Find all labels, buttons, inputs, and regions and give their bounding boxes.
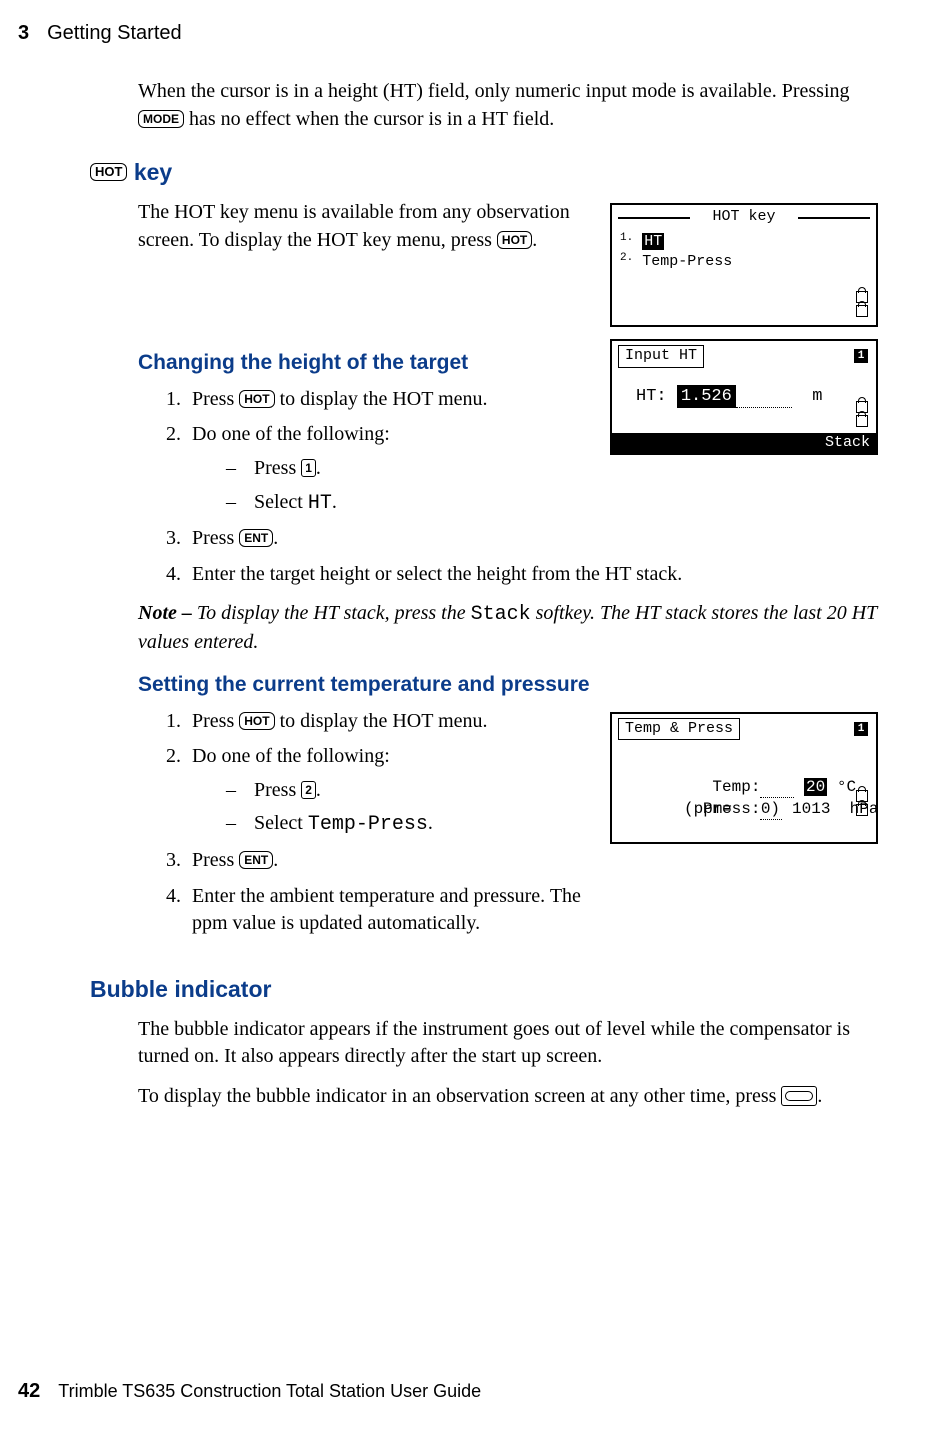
screenshot-input-ht: Input HT 1 HT: 1.526 m Stack	[610, 339, 878, 455]
lcd-unit: m	[812, 387, 822, 406]
note-ht-stack: Note – To display the HT stack, press th…	[138, 600, 878, 656]
lcd-text: Stack	[471, 603, 531, 626]
list-marker: 1.	[620, 232, 633, 244]
screenshot-hot-key-menu: HOT key 1. HT 2. Temp-Press	[610, 203, 878, 327]
keycap-hot: HOT	[239, 390, 274, 408]
lcd-tab: Temp & Press	[618, 718, 740, 741]
text-run: Press	[254, 779, 301, 801]
chapter-number: 3	[18, 22, 29, 45]
keycap-hot: HOT	[90, 163, 127, 181]
note-label: Note –	[138, 602, 197, 624]
lcd-text: HT	[308, 492, 332, 515]
text-run: .	[273, 527, 278, 549]
text-run: to display the HOT menu.	[275, 710, 488, 732]
text-run: To display the bubble indicator in an ob…	[138, 1085, 781, 1107]
text-run: .	[532, 229, 537, 251]
text-run: Do one of the following:	[192, 745, 390, 767]
step: Press ENT.	[186, 847, 878, 875]
keycap-hot: HOT	[497, 231, 532, 249]
lcd-title: HOT key	[706, 207, 781, 228]
book-title: Trimble TS635 Construction Total Station…	[58, 1381, 481, 1402]
subsection-temp-press: Setting the current temperature and pres…	[138, 671, 878, 700]
text-run: .	[817, 1085, 822, 1107]
text-run: Press	[254, 457, 301, 479]
text-run: Select	[254, 812, 308, 834]
screenshot-temp-press: Temp & Press 1 Temp: 20 °C Press: 1013 h…	[610, 712, 878, 844]
page-header: 3 Getting Started	[18, 22, 900, 45]
lcd-tab: Input HT	[618, 345, 704, 368]
step: Press ENT.	[186, 525, 878, 553]
chapter-title: Getting Started	[47, 22, 182, 45]
lcd-label: HT:	[636, 387, 667, 406]
page-footer: 42 Trimble TS635 Construction Total Stat…	[18, 1380, 900, 1403]
keycap-mode: MODE	[138, 110, 184, 128]
bubble-paragraph-2: To display the bubble indicator in an ob…	[138, 1083, 878, 1111]
lcd-value: 1013	[792, 800, 830, 818]
text-run: Press	[192, 849, 239, 871]
bubble-key-icon	[781, 1086, 817, 1106]
lcd-selected-item: HT	[642, 233, 664, 250]
lcd-softkey: Stack	[612, 433, 876, 453]
lcd-ppm: (ppm= 0)	[684, 798, 780, 820]
step: Enter the ambient temperature and pressu…	[186, 883, 592, 938]
lock-icons	[856, 291, 870, 319]
keycap-ent: ENT	[239, 851, 273, 869]
text-run: Select	[254, 491, 308, 513]
text-run: Do one of the following:	[192, 423, 390, 445]
heading-text: key	[127, 159, 172, 185]
text-run: .	[332, 491, 337, 513]
page-number: 42	[18, 1380, 40, 1403]
text-run: To display the HT stack, press the	[197, 602, 471, 624]
section-bubble-indicator: Bubble indicator	[90, 974, 878, 1006]
keycap-hot: HOT	[239, 712, 274, 730]
text-run: Press	[192, 527, 239, 549]
bubble-paragraph-1: The bubble indicator appears if the inst…	[138, 1016, 878, 1071]
lcd-item: Temp-Press	[642, 253, 732, 270]
keycap-ent: ENT	[239, 529, 273, 547]
hot-key-paragraph: The HOT key menu is available from any o…	[138, 199, 578, 254]
intro-paragraph: When the cursor is in a height (HT) fiel…	[138, 78, 878, 133]
text-run: .	[316, 457, 321, 479]
text-run: .	[273, 849, 278, 871]
keycap-2: 2	[301, 781, 316, 799]
text-run: Press	[192, 710, 239, 732]
lcd-text: Temp-Press	[308, 813, 428, 836]
text-run: .	[428, 812, 433, 834]
text-run: has no effect when the cursor is in a HT…	[184, 108, 554, 130]
lock-icons	[856, 401, 870, 429]
lcd-value: 1.526	[677, 385, 736, 408]
step: Enter the target height or select the he…	[186, 561, 878, 589]
text-run: Press	[192, 388, 239, 410]
num-mode-icon: 1	[854, 722, 868, 736]
text-run: .	[316, 779, 321, 801]
section-hot-key: HOT key	[90, 157, 878, 189]
text-run: When the cursor is in a height (HT) fiel…	[138, 80, 850, 102]
text-run: to display the HOT menu.	[275, 388, 488, 410]
keycap-1: 1	[301, 459, 316, 477]
num-mode-icon: 1	[854, 349, 868, 363]
lock-icons	[856, 790, 870, 818]
